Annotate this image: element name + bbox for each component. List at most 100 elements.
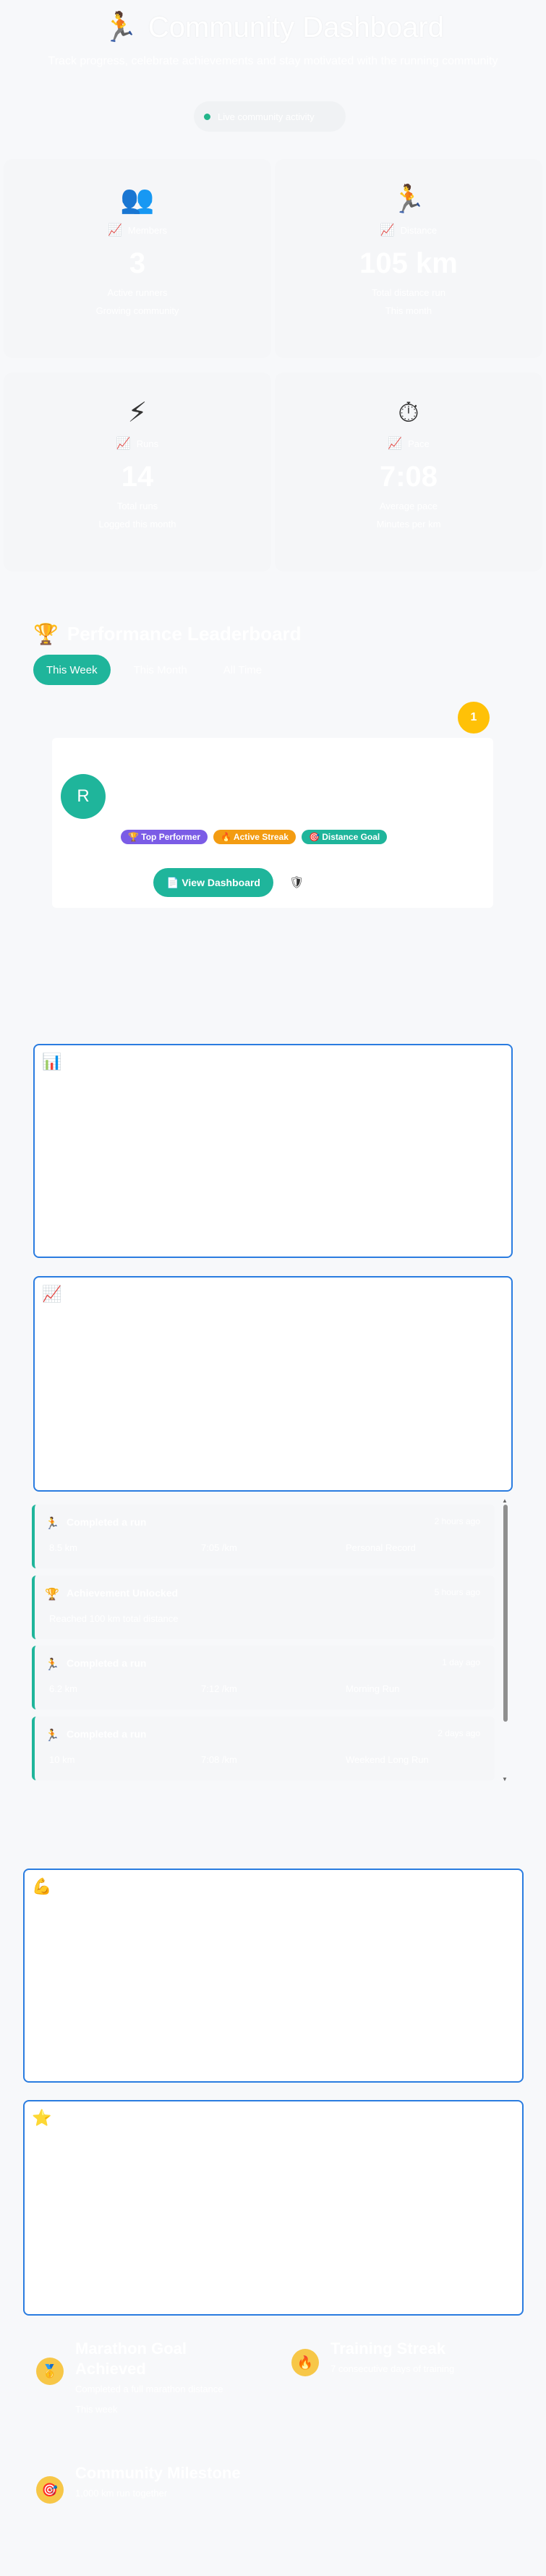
feed-detail: Reached 100 km total distance <box>49 1613 179 1624</box>
runner-icon: 🏃 <box>45 1659 59 1671</box>
stat-label: Distance <box>400 224 438 236</box>
shield-icon[interactable]: 🛡 <box>289 875 304 890</box>
list-item[interactable]: 🏃 Completed a run 2 days ago 10 km 7:08 … <box>32 1717 495 1780</box>
feed-title: Completed a run <box>67 1516 147 1528</box>
feed-detail: 7:12 /km <box>201 1683 237 1694</box>
feed-detail: Weekend Long Run <box>346 1754 429 1765</box>
page-title: Community Dashboard <box>148 12 444 43</box>
stat-card-members: 👥 📈 Members 3 Active runners Growing comm… <box>4 159 271 358</box>
tab-this-week[interactable]: This Week <box>33 655 111 685</box>
feed-detail: 6.2 km <box>49 1683 78 1694</box>
activity-feed: 🏃 Completed a run 2 hours ago 8.5 km 7:0… <box>32 1497 513 1787</box>
weekly-activity-chart-panel: 📊 <box>33 1044 513 1258</box>
badge-distance-goal: 🎯 Distance Goal <box>301 830 388 844</box>
feed-title: Achievement Unlocked <box>67 1587 179 1599</box>
stat-card-runs: ⚡ 📈 Runs 14 Total runs Logged this month <box>4 373 271 571</box>
trophy-icon: 🏆 <box>33 623 59 645</box>
runner-icon: 🏃 <box>45 1518 59 1530</box>
stats-grid: 👥 📈 Members 3 Active runners Growing comm… <box>0 159 546 593</box>
list-item[interactable]: 🏃 Completed a run 2 hours ago 8.5 km 7:0… <box>32 1505 495 1568</box>
leaderboard-tabs: This Week This Month All Time <box>33 655 524 685</box>
achievement-desc: 1,000 km run together <box>75 2488 168 2499</box>
stat-caption: Active runners <box>107 287 168 298</box>
feed-title: Completed a run <box>67 1657 147 1669</box>
star-icon: ⭐ <box>32 2109 52 2127</box>
achievement-streak: 🔥 Training Streak 7 consecutive days of … <box>291 2339 508 2426</box>
feed-time: 2 hours ago <box>434 1516 480 1526</box>
lightning-icon: ⚡ <box>127 398 148 428</box>
runner-icon: 🏃 <box>102 12 138 43</box>
feed-detail: 7:08 /km <box>201 1754 237 1765</box>
view-dashboard-button[interactable]: 📄 View Dashboard <box>153 868 273 897</box>
stat-note: Minutes per km <box>376 519 441 530</box>
target-icon: 🎯 <box>36 2476 64 2504</box>
runner-icon: 🏃 <box>391 184 426 215</box>
achievement-marathon: 🥇 Marathon Goal Achieved Completed a ful… <box>36 2339 253 2426</box>
scroll-up-icon[interactable]: ▲ <box>502 1497 508 1504</box>
achievement-desc: 7 consecutive days of training <box>330 2363 455 2374</box>
feed-detail: Personal Record <box>346 1542 416 1553</box>
chart-small-icon: 📈 <box>388 438 403 450</box>
leader-card[interactable]: R 🏆 Top Performer 🔥 Active Streak 🎯 Dist… <box>52 738 493 908</box>
list-item[interactable]: 🏃 Completed a run 1 day ago 6.2 km 7:12 … <box>32 1646 495 1709</box>
live-dot-icon <box>204 113 210 120</box>
title-row: 🏃 Community Dashboard <box>0 10 546 45</box>
stat-label: Pace <box>408 438 430 449</box>
chart-small-icon: 📈 <box>116 438 131 450</box>
feed-time: 2 days ago <box>438 1728 480 1738</box>
page-subtitle: Track progress, celebrate achievements a… <box>48 55 498 67</box>
live-status-text: Live community activity <box>218 111 315 122</box>
scrollbar[interactable] <box>503 1505 508 1722</box>
stat-note: Logged this month <box>98 519 176 530</box>
stat-caption: Total runs <box>116 501 158 511</box>
stat-value: 105 km <box>359 247 458 279</box>
feed-time: 5 hours ago <box>434 1587 480 1597</box>
trophy-icon: 🏆 <box>45 1589 59 1601</box>
chart-small-icon: 📈 <box>380 224 395 237</box>
feed-detail: Morning Run <box>346 1683 400 1694</box>
stat-note: Growing community <box>95 305 179 316</box>
avatar: R <box>61 774 106 819</box>
stat-note: This month <box>385 305 432 316</box>
runner-icon: 🏃 <box>45 1730 59 1742</box>
achievement-badges: 🏆 Top Performer 🔥 Active Streak 🎯 Distan… <box>121 830 388 844</box>
highlights-panel: ⭐ <box>23 2100 524 2316</box>
tab-this-month[interactable]: This Month <box>121 655 200 685</box>
badge-active-streak: 🔥 Active Streak <box>213 830 296 844</box>
stat-caption: Total distance run <box>372 287 445 298</box>
leaderboard-title-row: 🏆 Performance Leaderboard <box>33 622 524 646</box>
leaderboard-title: Performance Leaderboard <box>67 623 302 645</box>
stat-value: 14 <box>121 461 154 493</box>
achievement-title: Community Milestone <box>75 2464 241 2482</box>
people-icon: 👥 <box>120 184 155 215</box>
tab-all-time[interactable]: All Time <box>210 655 275 685</box>
achievement-community: 🎯 Community Milestone 1,000 km run toget… <box>36 2463 253 2550</box>
dashboard-header: 🏃 Community Dashboard Track progress, ce… <box>0 0 546 145</box>
list-item[interactable]: 🏆 Achievement Unlocked 5 hours ago Reach… <box>32 1576 495 1639</box>
progress-trend-chart-panel: 📈 <box>33 1276 513 1492</box>
fire-icon: 🔥 <box>291 2349 319 2376</box>
line-chart-icon: 📈 <box>42 1285 62 1303</box>
stat-value: 7:08 <box>379 461 438 493</box>
achievement-date: This week <box>75 2404 118 2415</box>
achievement-desc: Completed a full marathon distance <box>75 2384 223 2394</box>
feed-title: Completed a run <box>67 1728 147 1740</box>
rank-badge: 1 <box>458 702 490 734</box>
stat-value: 3 <box>129 247 146 279</box>
achievement-title: Marathon Goal Achieved <box>75 2339 187 2378</box>
stat-card-distance: 🏃 📈 Distance 105 km Total distance run Th… <box>275 159 542 358</box>
live-status-pill: Live community activity <box>194 101 346 132</box>
strength-panel: 💪 <box>23 1869 524 2083</box>
stat-label: Members <box>127 224 168 236</box>
medal-icon: 🥇 <box>36 2358 64 2385</box>
feed-detail: 7:05 /km <box>201 1542 237 1553</box>
scroll-down-icon[interactable]: ▼ <box>502 1776 508 1782</box>
flexed-biceps-icon: 💪 <box>32 1877 52 1895</box>
stopwatch-icon: ⏱ <box>398 398 419 428</box>
feed-detail: 8.5 km <box>49 1542 78 1553</box>
feed-time: 1 day ago <box>442 1657 480 1667</box>
chart-small-icon: 📈 <box>107 224 122 237</box>
feed-detail: 10 km <box>49 1754 75 1765</box>
achievement-title: Training Streak <box>330 2339 445 2358</box>
stat-label: Runs <box>136 438 159 449</box>
